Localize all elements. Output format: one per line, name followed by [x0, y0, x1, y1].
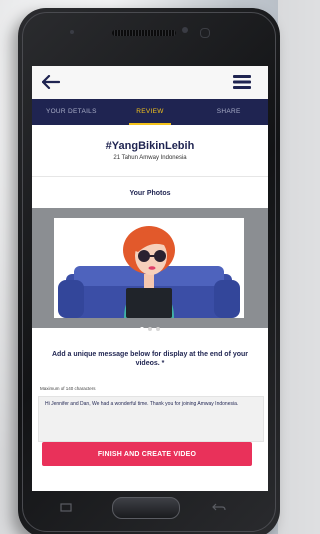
divider — [32, 176, 268, 177]
campaign-hashtag: #YangBikinLebih — [105, 140, 195, 152]
message-instruction: Add a unique message below for display a… — [51, 351, 249, 367]
photos-section-title: Your Photos — [129, 190, 171, 197]
home-button[interactable] — [112, 497, 180, 519]
carousel-dot[interactable] — [156, 327, 160, 331]
back-key-icon[interactable] — [212, 503, 226, 512]
tab-share[interactable]: SHARE — [189, 99, 268, 125]
front-camera — [182, 27, 188, 33]
character-limit-label: Maximum of 140 characters — [40, 386, 96, 391]
recent-apps-icon[interactable] — [60, 503, 72, 512]
proximity-sensor — [200, 28, 210, 38]
photo-slide — [54, 218, 244, 318]
notification-led — [70, 30, 74, 34]
finish-and-create-video-button[interactable]: FINISH AND CREATE VIDEO — [42, 442, 252, 466]
tab-your-details[interactable]: YOUR DETAILS — [32, 99, 111, 125]
tab-review[interactable]: REVIEW — [111, 99, 190, 125]
message-textarea[interactable]: Hi Jennifer and Dan, We had a wonderful … — [38, 396, 264, 442]
carousel-dot[interactable] — [148, 327, 152, 331]
app-header — [32, 66, 268, 99]
cartoon-avatar-photo — [58, 226, 240, 318]
hamburger-menu-icon[interactable] — [233, 74, 251, 90]
earpiece-speaker — [112, 30, 176, 36]
photo-carousel[interactable] — [32, 208, 268, 328]
campaign-subtitle: 21 Tahun Amway Indonesia — [113, 155, 187, 161]
carousel-dot[interactable] — [140, 327, 144, 331]
arrow-left-icon[interactable] — [42, 75, 60, 89]
app-screen: YOUR DETAILS REVIEW SHARE #YangBikinLebi… — [32, 66, 268, 491]
step-tabs: YOUR DETAILS REVIEW SHARE — [32, 99, 268, 125]
carousel-indicators — [32, 318, 268, 331]
